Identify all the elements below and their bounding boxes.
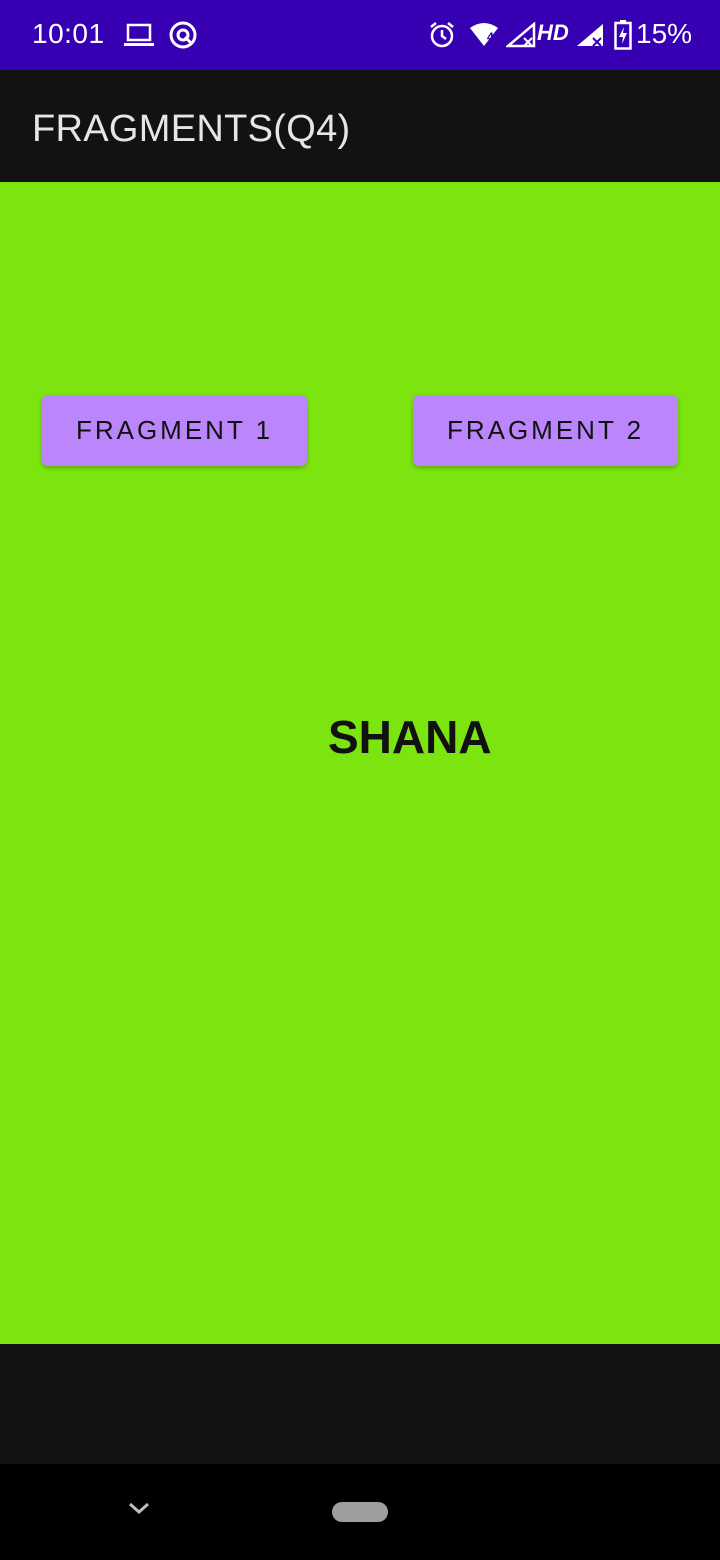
vpn-icon	[169, 21, 197, 49]
laptop-icon	[124, 23, 154, 46]
fragment-text: SHANA	[328, 711, 492, 763]
network-type-label: HD	[537, 20, 569, 45]
alarm-icon	[430, 22, 454, 48]
battery-charging-icon	[614, 20, 632, 50]
signal-icon	[506, 22, 536, 48]
status-bar: 10:01 4 HD 15%	[0, 0, 720, 70]
fragment-1-button[interactable]: FRAGMENT 1	[42, 395, 307, 466]
app-title: FRAGMENTS(Q4)	[32, 108, 351, 150]
signal-icon-2	[577, 24, 603, 47]
chevron-down-icon[interactable]	[127, 1500, 151, 1516]
navigation-bar	[0, 1464, 720, 1560]
wifi-icon	[470, 23, 498, 46]
battery-percent: 15%	[636, 18, 693, 49]
home-pill[interactable]	[332, 1502, 388, 1522]
status-time: 10:01	[32, 18, 105, 49]
fragment-2-button[interactable]: FRAGMENT 2	[413, 395, 678, 466]
bottom-area	[0, 1344, 720, 1464]
main-content: FRAGMENT 1 FRAGMENT 2 SHANA	[0, 182, 720, 1344]
app-bar: FRAGMENTS(Q4)	[0, 70, 720, 182]
wifi-badge: 4	[487, 30, 494, 44]
